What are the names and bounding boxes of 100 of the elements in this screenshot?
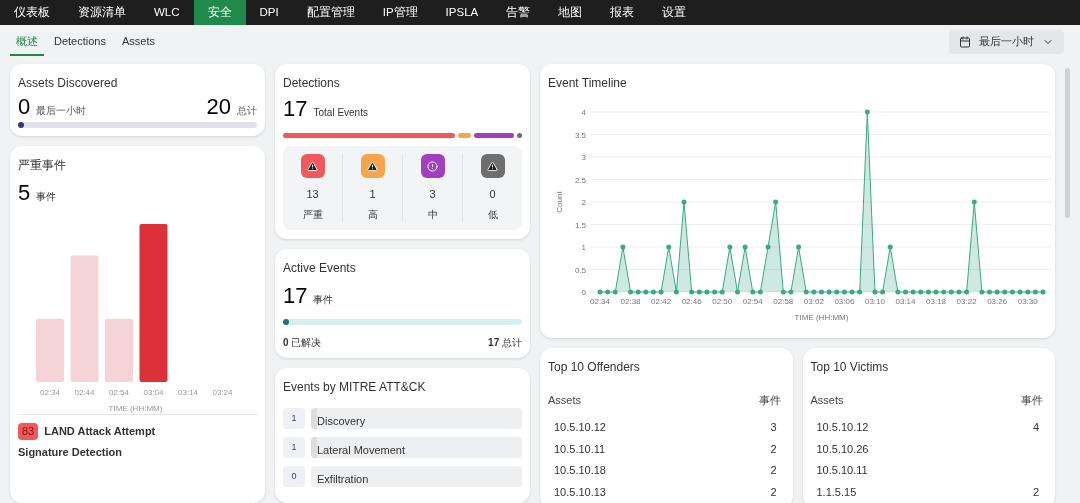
axis-tick-label: 03:06 [834, 297, 855, 306]
sub-tab[interactable]: Assets [116, 27, 161, 56]
data-point [811, 289, 817, 295]
count-badge: 1 [283, 437, 305, 458]
column-header: Assets [548, 393, 581, 408]
axis-tick-label: 3 [581, 153, 586, 162]
severity-count: 1 [369, 187, 376, 202]
data-point [819, 289, 824, 295]
axis-tick-label: 03:18 [926, 297, 947, 306]
table-cell-text: 4 [1032, 420, 1039, 435]
severity-count: 3 [429, 187, 436, 202]
axis-tick-label: 03:30 [1017, 297, 1038, 306]
axis-tick-label: 02:54 [742, 297, 763, 306]
axis-tick-label: 3.5 [574, 130, 586, 140]
severity-label: 高 [367, 207, 378, 222]
event-title: LAND Attack Attempt [44, 424, 156, 439]
sub-tab[interactable]: 概述 [10, 27, 44, 56]
axis-tick-label: 02:54 [109, 388, 129, 397]
axis-tick-label: 03:02 [803, 297, 824, 306]
table-cell-text: 2 [770, 441, 777, 457]
axis-tick-label: 03:26 [987, 297, 1008, 306]
axis-tick-label: 02:46 [681, 297, 702, 306]
axis-tick-label: 02:34 [590, 297, 610, 306]
event-subtitle: Signature Detection [18, 444, 123, 460]
nav-tab[interactable]: 资源清单 [64, 0, 140, 25]
card-title: Detections [283, 75, 341, 92]
card-title: Top 10 Offenders [548, 359, 641, 376]
nav-tab[interactable]: IP管理 [368, 0, 432, 25]
axis-tick-label: 1.5 [574, 220, 586, 230]
data-point [796, 244, 802, 250]
axis-tick-label: 02:38 [620, 297, 641, 306]
table-cell-text: 3 [770, 420, 777, 435]
data-point [704, 289, 710, 295]
data-point [620, 244, 626, 250]
severity-label: 中 [427, 207, 438, 222]
nav-tab[interactable]: 设置 [648, 0, 701, 25]
axis-tick-label: 02:58 [773, 297, 794, 306]
axis-tick-label: 1 [581, 243, 586, 252]
card-title: 严重事件 [18, 157, 67, 174]
stat-label: 事件 [36, 190, 57, 204]
data-point [887, 244, 893, 250]
nav-tab[interactable]: DPI [245, 0, 293, 25]
table-cell-text: 10.5.10.13 [554, 484, 606, 500]
axis-tick-label: 03:14 [178, 388, 198, 397]
data-point [803, 289, 809, 295]
severity-segment [474, 132, 514, 138]
data-point [956, 289, 962, 295]
tactic-name: Exfiltration [316, 473, 369, 485]
data-point [895, 289, 901, 295]
nav-tab[interactable]: 安全 [193, 0, 246, 25]
stat-label: 事件 [313, 293, 334, 307]
data-point [864, 109, 870, 115]
table-cell-text: 10.5.10.11 [816, 463, 868, 478]
nav-tab[interactable]: 地图 [544, 0, 597, 25]
stat-value: 20 [206, 96, 231, 118]
axis-tick-label: 02:44 [74, 388, 95, 397]
table-cell-text: 10.5.10.12 [816, 420, 869, 435]
data-point [673, 289, 679, 295]
score-badge: 83 [18, 423, 39, 440]
chart-bar [105, 318, 133, 382]
data-point [933, 289, 939, 295]
resolved-count: 0 已解决 [283, 336, 322, 350]
table-cell-text: 2 [770, 484, 777, 500]
nav-tab[interactable]: 告警 [492, 0, 545, 25]
tactic-name: Lateral Movement [316, 444, 406, 456]
severity-label: 严重 [302, 207, 323, 222]
stat-value: 17 [283, 98, 308, 120]
stat-label: 总计 [237, 104, 257, 118]
chart-bar [36, 318, 64, 382]
card-title: Events by MITRE ATT&CK [283, 379, 427, 396]
data-point [903, 289, 908, 295]
time-range-dropdown[interactable]: 最后一小时 [949, 29, 1064, 54]
data-point [727, 244, 733, 250]
table-cell-text: 2 [770, 463, 777, 478]
nav-tab[interactable]: IPSLA [431, 0, 493, 25]
column-header: 事件 [1021, 393, 1044, 408]
column-header: Assets [810, 393, 844, 408]
table-cell-text: 10.5.10.26 [816, 441, 869, 457]
axis-title: TIME (HH:MM) [794, 313, 849, 322]
data-point [765, 244, 771, 250]
data-point [910, 289, 916, 295]
data-point [826, 289, 832, 295]
nav-tab[interactable]: WLC [140, 0, 194, 25]
axis-title: TIME (HH:MM) [108, 404, 163, 413]
data-point [735, 289, 740, 295]
table-cell-text: 10.5.10.11 [554, 441, 606, 457]
sub-tab[interactable]: Detections [48, 27, 112, 56]
nav-tab[interactable]: 仪表板 [0, 0, 64, 25]
data-point [880, 289, 886, 295]
severity-segment [458, 132, 472, 138]
card-title: Assets Discovered [18, 75, 119, 92]
table-cell-text: 1.1.5.15 [816, 484, 857, 500]
data-point [964, 289, 970, 295]
nav-tab[interactable]: 报表 [596, 0, 649, 25]
data-point [872, 289, 878, 295]
data-point [681, 199, 687, 205]
data-point [857, 289, 863, 295]
nav-tab[interactable]: 配置管理 [292, 0, 369, 25]
count-badge: 0 [283, 466, 305, 487]
axis-tick-label: 02:42 [651, 297, 672, 306]
